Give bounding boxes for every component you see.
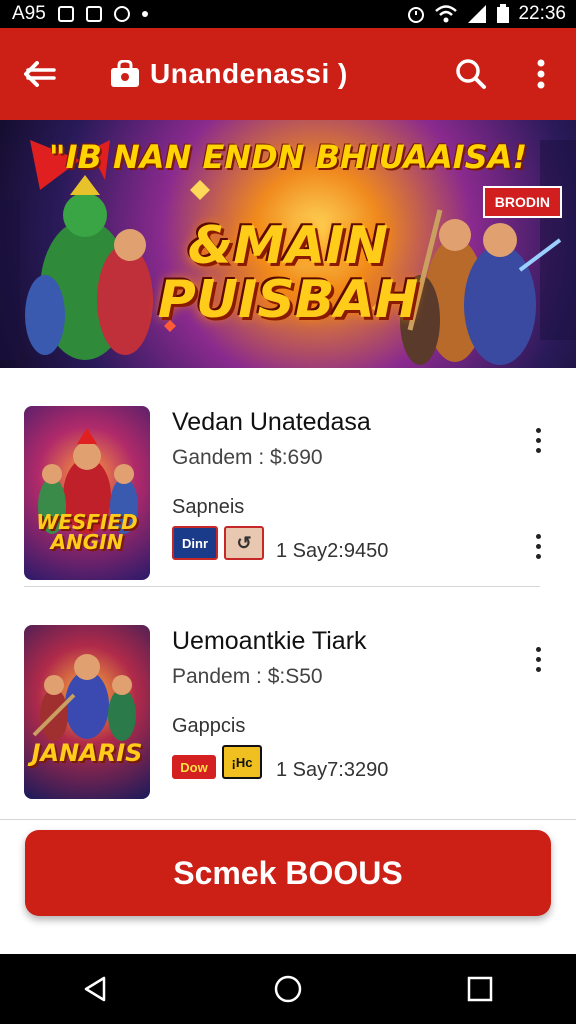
system-nav-bar: [0, 954, 576, 1024]
triangle-back-icon: [84, 976, 106, 1002]
clock-label: 22:36: [518, 3, 566, 24]
item-category: Gappcis: [172, 715, 246, 737]
back-button[interactable]: [0, 28, 80, 120]
status-bar: A95 22:36: [0, 0, 576, 28]
item-tags: Dow ¡Hc: [172, 745, 262, 779]
list-item[interactable]: WESFIED ANGIN Vedan Unatedasa Gandem : $…: [0, 368, 576, 586]
thumbnail-title-line1: JANARIS: [31, 739, 143, 767]
nav-back-button[interactable]: [66, 959, 126, 1019]
item-name: Uemoantkie Tiark: [172, 627, 367, 655]
item-overflow-button[interactable]: [526, 420, 550, 460]
gallery-notification-icon: [57, 6, 74, 22]
shop-notification-icon: [113, 6, 130, 22]
thumbnail-art: [32, 654, 136, 741]
item-overflow-button[interactable]: [526, 639, 550, 679]
signal-icon: [468, 5, 487, 23]
item-secondary-overflow-button[interactable]: [526, 526, 550, 566]
list-item[interactable]: JANARIS Uemoantkie Tiark Pandem : $:S50 …: [0, 587, 576, 805]
more-vert-icon: [535, 646, 541, 652]
item-thumbnail: JANARIS: [24, 625, 150, 799]
item-tags: Dinr ↺: [172, 526, 264, 560]
bookmark-notification-icon: [85, 6, 102, 22]
banner-logo-line2: PUISBAH: [157, 270, 419, 330]
promo-banner[interactable]: "IB NAN ENDN BHIUAAISA! BRODIN &MAIN PUI…: [0, 120, 576, 368]
battery-icon: [497, 4, 510, 23]
more-notifications-icon: [141, 11, 148, 17]
app-bar: Unandenassi ): [0, 28, 576, 120]
more-vert-icon: [535, 427, 541, 433]
square-recents-icon: [467, 976, 493, 1002]
banner-logo-line1: &MAIN: [187, 216, 389, 276]
alarm-icon: [408, 7, 425, 23]
item-category: Sapneis: [172, 496, 245, 518]
page-title: Unandenassi ): [150, 58, 348, 89]
wifi-icon: [435, 5, 458, 23]
carrier-label: A95: [12, 3, 46, 24]
product-list: WESFIED ANGIN Vedan Unatedasa Gandem : $…: [0, 368, 576, 820]
banner-badge: BRODIN: [482, 186, 562, 218]
item-date: 1 Say2:9450: [276, 540, 389, 562]
thumbnail-title-line1: WESFIED: [36, 510, 138, 534]
banner-headline: "IB NAN ENDN BHIUAAISA!: [48, 138, 528, 176]
item-thumbnail: WESFIED ANGIN: [24, 406, 150, 580]
item-price: Gandem : $:690: [172, 446, 323, 469]
thumbnail-title-line2: ANGIN: [50, 530, 124, 554]
nav-home-button[interactable]: [258, 959, 318, 1019]
search-icon: [456, 59, 486, 89]
item-tag-secondary: ↺: [224, 526, 264, 560]
item-name: Vedan Unatedasa: [172, 408, 371, 436]
nav-recents-button[interactable]: [450, 959, 510, 1019]
arrow-left-icon: [24, 61, 56, 87]
item-date: 1 Say7:3290: [276, 759, 389, 781]
bonus-button[interactable]: Scmek BOOUS: [25, 830, 551, 916]
shopping-bag-icon: [111, 60, 139, 87]
item-tag-primary: Dinr: [172, 526, 218, 560]
overflow-menu-button[interactable]: [506, 28, 576, 120]
item-tag-primary: Dow: [172, 755, 216, 779]
more-vert-icon: [537, 59, 545, 89]
more-vert-icon: [535, 533, 541, 539]
circle-home-icon: [274, 975, 302, 1003]
list-divider: [0, 819, 576, 820]
item-price: Pandem : $:S50: [172, 665, 323, 688]
search-button[interactable]: [436, 28, 506, 120]
item-tag-secondary: ¡Hc: [222, 745, 262, 779]
